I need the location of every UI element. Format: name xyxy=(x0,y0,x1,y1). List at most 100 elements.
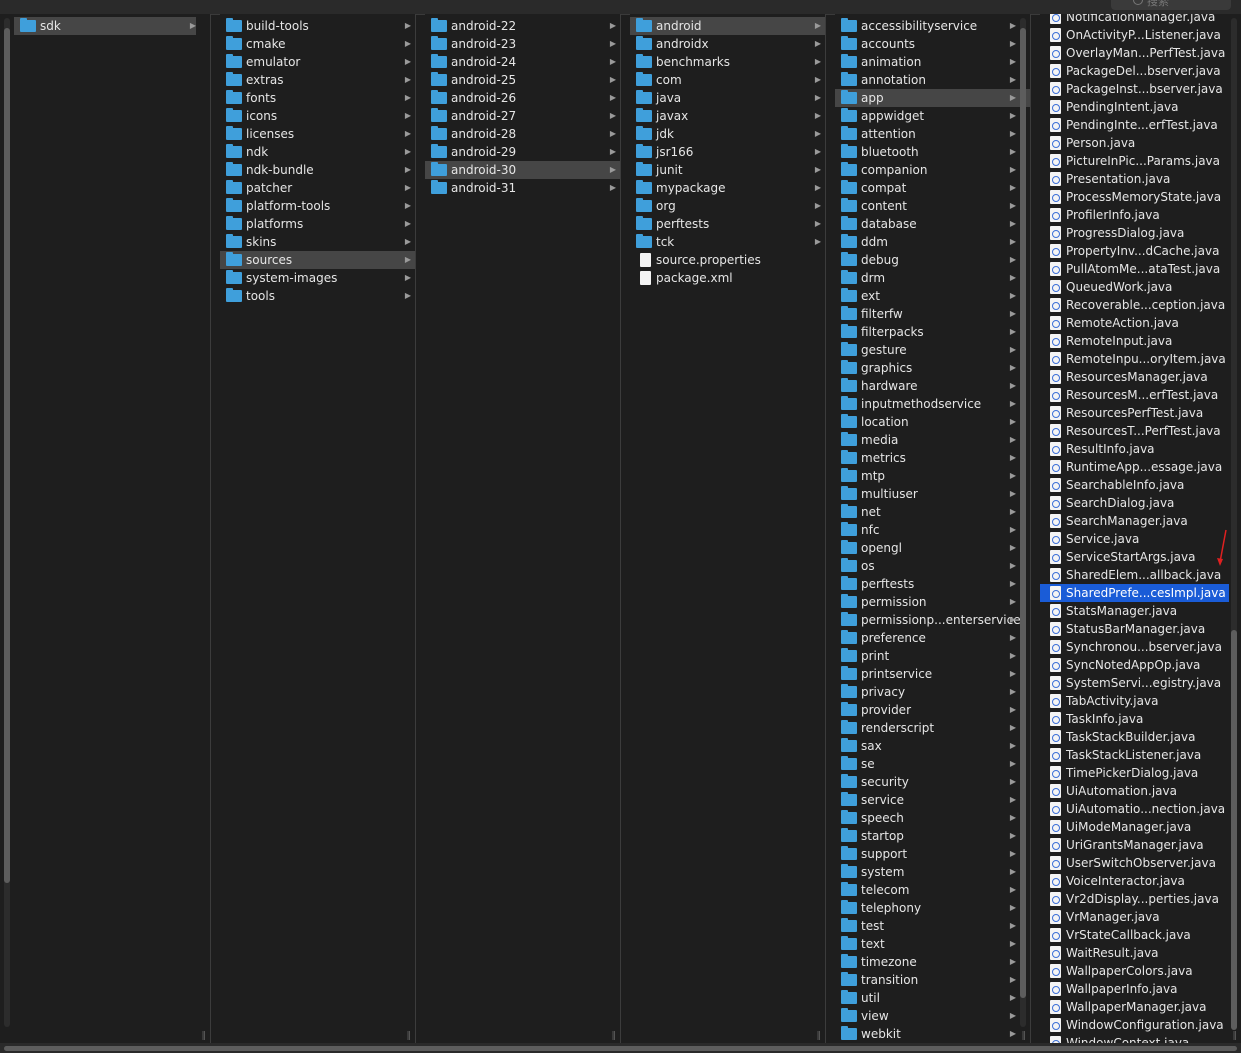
file-item[interactable]: ProfilerInfo.java xyxy=(1040,206,1229,224)
folder-item[interactable]: com ▶ xyxy=(630,71,825,89)
vertical-scroll-thumb[interactable] xyxy=(1020,28,1026,998)
vertical-scroll-thumb[interactable] xyxy=(1231,630,1237,1030)
folder-item[interactable]: icons ▶ xyxy=(220,107,415,125)
folder-item[interactable]: appwidget ▶ xyxy=(835,107,1030,125)
folder-item[interactable]: javax ▶ xyxy=(630,107,825,125)
folder-item[interactable]: transition ▶ xyxy=(835,971,1030,989)
file-item[interactable]: UiAutomatio...nection.java xyxy=(1040,800,1229,818)
folder-item[interactable]: licenses ▶ xyxy=(220,125,415,143)
column-resize-handle-icon[interactable]: ‖ xyxy=(202,1031,207,1041)
folder-item[interactable]: webkit ▶ xyxy=(835,1025,1030,1043)
folder-item[interactable]: perftests ▶ xyxy=(630,215,825,233)
folder-item[interactable]: startop ▶ xyxy=(835,827,1030,845)
folder-item[interactable]: accounts ▶ xyxy=(835,35,1030,53)
file-item[interactable]: VoiceInteractor.java xyxy=(1040,872,1229,890)
folder-item[interactable]: benchmarks ▶ xyxy=(630,53,825,71)
file-item[interactable]: ResourcesPerfTest.java xyxy=(1040,404,1229,422)
folder-item[interactable]: database ▶ xyxy=(835,215,1030,233)
file-item[interactable]: RemoteInpu...oryItem.java xyxy=(1040,350,1229,368)
file-item[interactable]: SyncNotedAppOp.java xyxy=(1040,656,1229,674)
file-item[interactable]: SearchableInfo.java xyxy=(1040,476,1229,494)
column-resize-handle-icon[interactable]: ‖ xyxy=(612,1031,617,1041)
folder-item[interactable]: accessibilityservice ▶ xyxy=(835,17,1030,35)
file-item[interactable]: Recoverable...ception.java xyxy=(1040,296,1229,314)
column-resize-handle-icon[interactable]: ‖ xyxy=(1233,1031,1238,1041)
folder-item[interactable]: multiuser ▶ xyxy=(835,485,1030,503)
folder-item[interactable]: mtp ▶ xyxy=(835,467,1030,485)
file-item[interactable]: WallpaperInfo.java xyxy=(1040,980,1229,998)
folder-item[interactable]: androidx ▶ xyxy=(630,35,825,53)
column-resize-handle-icon[interactable]: ‖ xyxy=(407,1031,412,1041)
folder-item[interactable]: android-26 ▶ xyxy=(425,89,620,107)
file-item[interactable]: SharedPrefe...cesImpl.java xyxy=(1040,584,1229,602)
finder-column-3[interactable]: android-22 ▶ android-23 ▶ android-24 ▶ android… xyxy=(425,14,621,1043)
folder-item[interactable]: android-25 ▶ xyxy=(425,71,620,89)
folder-item[interactable]: attention ▶ xyxy=(835,125,1030,143)
horizontal-scroll-thumb[interactable] xyxy=(4,1046,1237,1051)
file-item[interactable]: package.xml xyxy=(630,269,825,287)
folder-item[interactable]: sax ▶ xyxy=(835,737,1030,755)
folder-item[interactable]: companion ▶ xyxy=(835,161,1030,179)
file-item[interactable]: ProcessMemoryState.java xyxy=(1040,188,1229,206)
folder-item[interactable]: platforms ▶ xyxy=(220,215,415,233)
folder-item[interactable]: nfc ▶ xyxy=(835,521,1030,539)
file-item[interactable]: UriGrantsManager.java xyxy=(1040,836,1229,854)
folder-item[interactable]: privacy ▶ xyxy=(835,683,1030,701)
file-item[interactable]: Person.java xyxy=(1040,134,1229,152)
file-item[interactable]: ResourcesT...PerfTest.java xyxy=(1040,422,1229,440)
folder-item[interactable]: emulator ▶ xyxy=(220,53,415,71)
file-item[interactable]: Service.java xyxy=(1040,530,1229,548)
file-item[interactable]: TaskStackBuilder.java xyxy=(1040,728,1229,746)
file-item[interactable]: ProgressDialog.java xyxy=(1040,224,1229,242)
file-item[interactable]: NotificationManager.java xyxy=(1040,14,1229,26)
folder-item[interactable]: security ▶ xyxy=(835,773,1030,791)
finder-column-5[interactable]: accessibilityservice ▶ accounts ▶ animation ▶… xyxy=(835,14,1031,1043)
folder-item[interactable]: extras ▶ xyxy=(220,71,415,89)
file-item[interactable]: StatusBarManager.java xyxy=(1040,620,1229,638)
file-item[interactable]: Presentation.java xyxy=(1040,170,1229,188)
folder-item[interactable]: os ▶ xyxy=(835,557,1030,575)
folder-item[interactable]: test ▶ xyxy=(835,917,1030,935)
file-item[interactable]: TabActivity.java xyxy=(1040,692,1229,710)
file-item[interactable]: ServiceStartArgs.java xyxy=(1040,548,1229,566)
file-item[interactable]: source.properties xyxy=(630,251,825,269)
folder-item[interactable]: animation ▶ xyxy=(835,53,1030,71)
folder-item[interactable]: annotation ▶ xyxy=(835,71,1030,89)
file-item[interactable]: ResourcesM...erfTest.java xyxy=(1040,386,1229,404)
folder-item[interactable]: ndk ▶ xyxy=(220,143,415,161)
file-item[interactable]: UserSwitchObserver.java xyxy=(1040,854,1229,872)
folder-item[interactable]: android-30 ▶ xyxy=(425,161,620,179)
vertical-scroll-thumb[interactable] xyxy=(4,28,10,883)
folder-item[interactable]: debug ▶ xyxy=(835,251,1030,269)
folder-item[interactable]: android-22 ▶ xyxy=(425,17,620,35)
folder-item[interactable]: sdk ▶ xyxy=(14,17,196,35)
file-item[interactable]: WindowContext.java xyxy=(1040,1034,1229,1043)
finder-column-2[interactable]: build-tools ▶ cmake ▶ emulator ▶ extras ▶ fonts ▶… xyxy=(220,14,416,1043)
file-item[interactable]: SearchManager.java xyxy=(1040,512,1229,530)
folder-item[interactable]: fonts ▶ xyxy=(220,89,415,107)
file-item[interactable]: WindowConfiguration.java xyxy=(1040,1016,1229,1034)
vertical-scrollbar[interactable] xyxy=(1020,18,1026,1027)
file-item[interactable]: WaitResult.java xyxy=(1040,944,1229,962)
file-item[interactable]: StatsManager.java xyxy=(1040,602,1229,620)
file-item[interactable]: OnActivityP...Listener.java xyxy=(1040,26,1229,44)
folder-item[interactable]: media ▶ xyxy=(835,431,1030,449)
folder-item[interactable]: se ▶ xyxy=(835,755,1030,773)
search-field[interactable]: 搜索 xyxy=(1111,0,1231,10)
file-item[interactable]: Vr2dDisplay...perties.java xyxy=(1040,890,1229,908)
folder-item[interactable]: android-24 ▶ xyxy=(425,53,620,71)
folder-item[interactable]: android ▶ xyxy=(630,17,825,35)
folder-item[interactable]: support ▶ xyxy=(835,845,1030,863)
file-item[interactable]: PictureInPic...Params.java xyxy=(1040,152,1229,170)
file-item[interactable]: QueuedWork.java xyxy=(1040,278,1229,296)
file-item[interactable]: VrStateCallback.java xyxy=(1040,926,1229,944)
folder-item[interactable]: org ▶ xyxy=(630,197,825,215)
finder-column-6[interactable]: NotificationManager.java OnActivityP...Li… xyxy=(1040,14,1241,1043)
folder-item[interactable]: inputmethodservice ▶ xyxy=(835,395,1030,413)
folder-item[interactable]: telephony ▶ xyxy=(835,899,1030,917)
folder-item[interactable]: tck ▶ xyxy=(630,233,825,251)
file-item[interactable]: PendingIntent.java xyxy=(1040,98,1229,116)
folder-item[interactable]: android-29 ▶ xyxy=(425,143,620,161)
folder-item[interactable]: net ▶ xyxy=(835,503,1030,521)
folder-item[interactable]: skins ▶ xyxy=(220,233,415,251)
